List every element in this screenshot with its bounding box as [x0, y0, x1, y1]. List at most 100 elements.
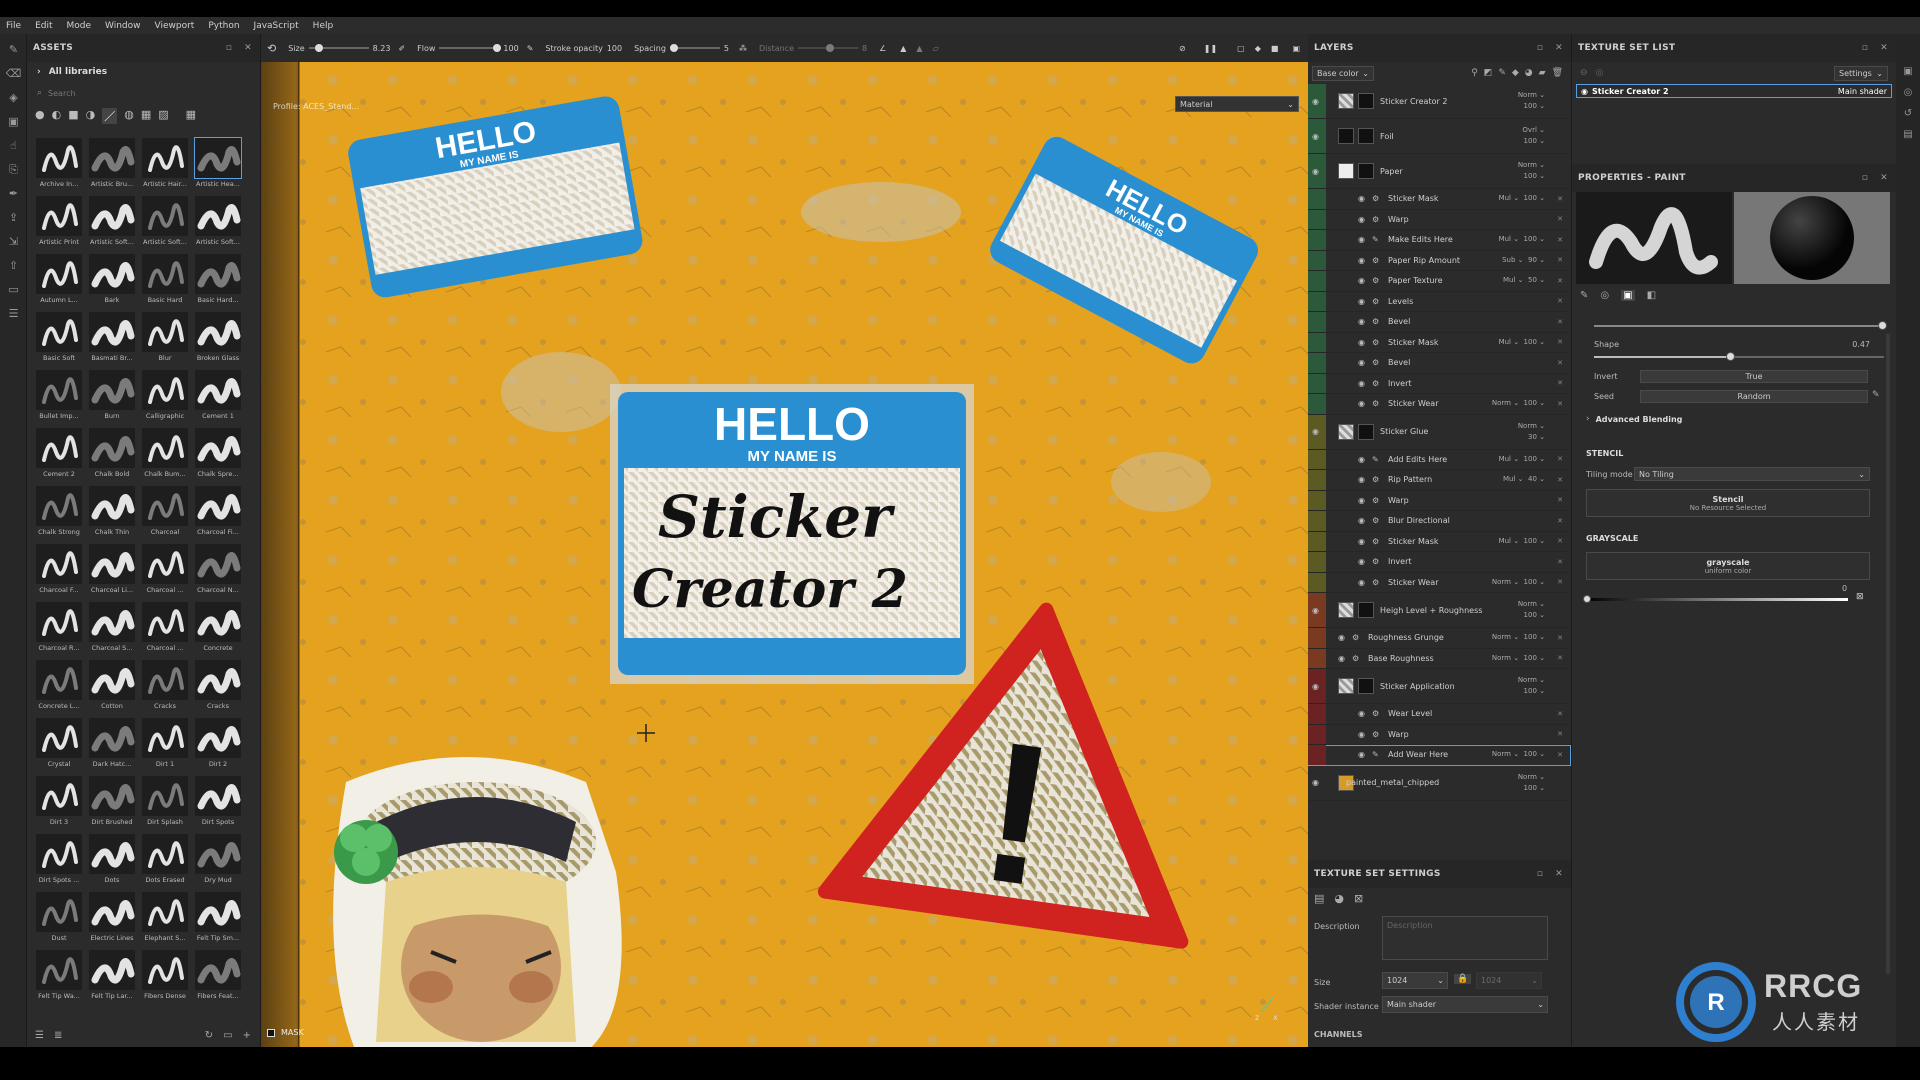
description-field[interactable]: Description — [1382, 916, 1548, 960]
seed-field[interactable]: Random — [1640, 390, 1868, 403]
visibility-eye-icon[interactable]: ◉ — [1312, 427, 1319, 436]
menu-item-javascript[interactable]: JavaScript — [254, 21, 299, 31]
eye-icon[interactable]: ◉ — [1581, 87, 1588, 96]
layer-row[interactable]: ◉ ⚙ Sticker Mask Mul ⌄ 100 ⌄ ✕ — [1308, 189, 1571, 210]
layer-row[interactable]: ◉ ⚙ Levels ✕ — [1308, 291, 1571, 312]
tiling-mode-dropdown[interactable]: No Tiling ⌄ — [1634, 467, 1870, 481]
visibility-eye-icon[interactable]: ◉ — [1358, 496, 1365, 505]
layer-blend[interactable]: Mul ⌄ 100 ⌄ — [1499, 234, 1545, 245]
remove-effect-icon[interactable]: ✕ — [1557, 730, 1563, 738]
opacity-value[interactable]: 100 — [1524, 194, 1537, 202]
texture-set-list-icon[interactable]: ▣ — [1896, 66, 1920, 77]
layer-blend[interactable]: Norm ⌄ 100 ⌄ — [1518, 772, 1545, 794]
measure-icon[interactable]: ⇲ — [5, 233, 22, 250]
opacity-value[interactable]: 100 — [1524, 235, 1537, 243]
sort-icon[interactable]: ≣ — [54, 1030, 62, 1041]
brush-item[interactable]: Charcoal F... — [33, 544, 85, 596]
channel-dropdown[interactable]: Base color ⌄ — [1312, 65, 1374, 81]
opacity-value[interactable]: 100 — [1524, 633, 1537, 641]
brush-item[interactable]: Basic Soft — [33, 312, 85, 364]
mask-toggle[interactable]: MASK — [267, 1028, 304, 1037]
grayscale-slider[interactable] — [1583, 595, 1848, 603]
material-mode-dropdown[interactable]: Material ⌄ — [1175, 96, 1299, 112]
visibility-eye-icon[interactable]: ◉ — [1358, 709, 1365, 718]
layer-row[interactable]: ◉ Sticker Glue Norm ⌄ 30 ⌄ — [1308, 414, 1571, 450]
brush-item[interactable]: Basic Hard — [139, 254, 191, 306]
layer-row[interactable]: ◉ ⚙ Roughness Grunge Norm ⌄ 100 ⌄ ✕ — [1308, 628, 1571, 649]
add-generator-icon[interactable]: ◕ — [1525, 68, 1533, 78]
visibility-eye-icon[interactable]: ◉ — [1358, 194, 1365, 203]
brush-item[interactable]: Artistic Soft... — [86, 196, 138, 248]
layer-row[interactable]: ◉ ⚙ Sticker Wear Norm ⌄ 100 ⌄ ✕ — [1308, 394, 1571, 415]
visibility-eye-icon[interactable]: ◉ — [1358, 399, 1365, 408]
remove-effect-icon[interactable]: ✕ — [1557, 215, 1563, 223]
remove-effect-icon[interactable]: ✕ — [1557, 277, 1563, 285]
camera-icon[interactable]: ■ — [1271, 44, 1279, 53]
folder-icon[interactable]: ▭ — [223, 1030, 232, 1041]
brush-item[interactable]: Charcoal — [139, 486, 191, 538]
remove-effect-icon[interactable]: ✕ — [1557, 297, 1563, 305]
visibility-eye-icon[interactable]: ◉ — [1358, 750, 1365, 759]
opacity-value[interactable]: 100 — [1524, 750, 1537, 758]
undock-icon[interactable]: ▫ — [1862, 173, 1868, 183]
opacity-value[interactable]: 100 — [1524, 338, 1537, 346]
brush-item[interactable]: Artistic Bru... — [86, 138, 138, 190]
angle-icon[interactable]: ∠ — [879, 44, 886, 53]
remove-effect-icon[interactable]: ✕ — [1557, 359, 1563, 367]
visibility-eye-icon[interactable]: ◉ — [1358, 537, 1365, 546]
brush-item[interactable]: Elephant S... — [139, 892, 191, 944]
layer-row[interactable]: ◉ ⚙ Invert ✕ — [1308, 373, 1571, 394]
link-icon[interactable]: ⊖ — [1580, 68, 1588, 78]
render-icon[interactable]: ◆ — [1255, 44, 1261, 53]
brush-item[interactable]: Basic Hard... — [192, 254, 244, 306]
remove-effect-icon[interactable]: ✕ — [1557, 517, 1563, 525]
blend-mode[interactable]: Mul — [1499, 235, 1511, 243]
layer-blend[interactable]: Norm ⌄ 100 ⌄ — [1518, 675, 1545, 697]
visibility-eye-icon[interactable]: ◉ — [1312, 606, 1319, 615]
grayscale-value[interactable]: 0 — [1842, 584, 1847, 593]
brush-item[interactable]: Bark — [86, 254, 138, 306]
brush-item[interactable]: Fibers Feat... — [192, 950, 244, 1002]
blend-mode[interactable]: Mul — [1503, 475, 1515, 483]
lock-icon[interactable]: 🔒 — [1454, 974, 1472, 984]
brush-item[interactable]: Cracks — [192, 660, 244, 712]
brush-item[interactable]: Chalk Bold — [86, 428, 138, 480]
stroke-opacity-value[interactable]: 100 — [607, 44, 622, 53]
remove-effect-icon[interactable]: ✕ — [1557, 634, 1563, 642]
brush-item[interactable]: Fibers Dense — [139, 950, 191, 1002]
brush-item[interactable]: Felt Tip Sm... — [192, 892, 244, 944]
blend-mode[interactable]: Mul — [1499, 537, 1511, 545]
visibility-eye-icon[interactable]: ◉ — [1338, 633, 1345, 642]
layer-blend[interactable]: Norm ⌄ 100 ⌄ — [1518, 160, 1545, 182]
spacing-value[interactable]: 5 — [724, 44, 729, 53]
brush-item[interactable]: Charcoal Fi... — [192, 486, 244, 538]
add-fill-layer-icon[interactable]: ◆ — [1512, 68, 1519, 78]
blend-mode[interactable]: Mul — [1499, 338, 1511, 346]
layer-row[interactable]: ◉ ⚙ Wear Level ✕ — [1308, 704, 1571, 725]
visibility-eye-icon[interactable]: ◉ — [1358, 276, 1365, 285]
blend-mode[interactable]: Norm — [1492, 654, 1511, 662]
layer-blend[interactable]: Norm ⌄ 100 ⌄ — [1492, 749, 1545, 760]
stencil-resource-slot[interactable]: Stencil No Resource Selected — [1586, 489, 1870, 517]
brush-item[interactable]: Chalk Spre... — [192, 428, 244, 480]
blend-mode[interactable]: Norm — [1492, 399, 1511, 407]
remove-effect-icon[interactable]: ✕ — [1557, 256, 1563, 264]
layer-blend[interactable]: Mul ⌄ 40 ⌄ — [1503, 474, 1545, 485]
opacity-value[interactable]: 100 — [1524, 102, 1537, 110]
layer-row[interactable]: ◉ ✎ Add Wear Here Norm ⌄ 100 ⌄ ✕ — [1308, 745, 1571, 766]
brush-item[interactable]: Dirt Spots — [192, 776, 244, 828]
layer-row[interactable]: ◉ ⚙ Paper Rip Amount Sub ⌄ 90 ⌄ ✕ — [1308, 250, 1571, 271]
export-icon[interactable]: ⇧ — [5, 257, 22, 274]
mirror-icon[interactable]: ▲ — [900, 44, 906, 53]
visibility-eye-icon[interactable]: ◉ — [1312, 778, 1319, 787]
close-icon[interactable]: ✕ — [1880, 43, 1888, 53]
brush-item[interactable]: Dirt Spots ... — [33, 834, 85, 886]
randomize-icon[interactable]: ✎ — [1872, 390, 1880, 400]
pause-icon[interactable]: ❚❚ — [1204, 44, 1217, 53]
layer-row[interactable]: ◉ ⚙ Paper Texture Mul ⌄ 50 ⌄ ✕ — [1308, 271, 1571, 292]
layer-blend[interactable]: Sub ⌄ 90 ⌄ — [1502, 255, 1545, 266]
history-icon[interactable]: ↺ — [1896, 108, 1920, 119]
remove-effect-icon[interactable]: ✕ — [1557, 379, 1563, 387]
brush-item[interactable]: Cement 2 — [33, 428, 85, 480]
blend-mode[interactable]: Mul — [1503, 276, 1515, 284]
